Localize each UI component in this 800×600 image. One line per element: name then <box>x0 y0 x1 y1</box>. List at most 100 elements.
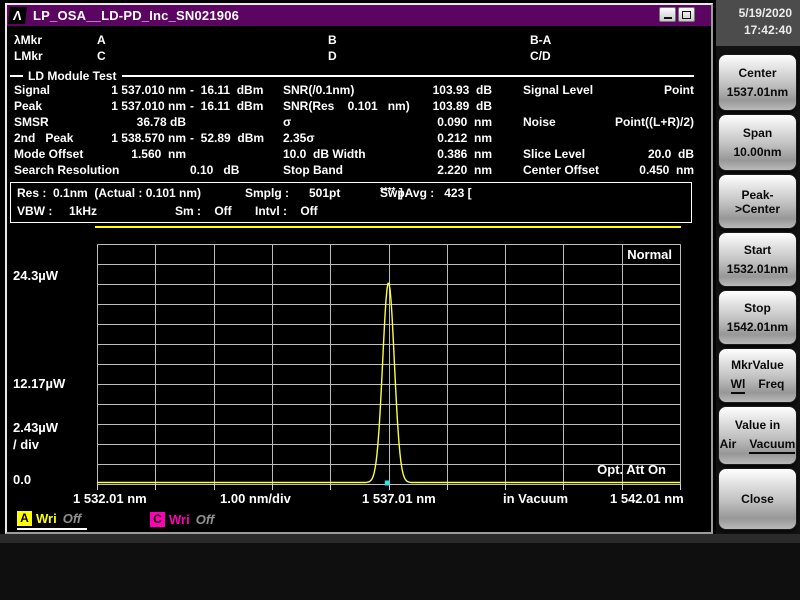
value-in-label: Value in <box>734 417 781 432</box>
x-axis-per-div-label: 1.00 nm/div <box>220 491 291 506</box>
analysis-value: 1 538.570 nm <box>111 131 186 145</box>
y-axis-zero-label: 0.0 <box>13 472 32 487</box>
analysis-value: - 16.11 dBm <box>190 99 264 113</box>
vbw-setting: VBW : 1kHz <box>17 204 98 218</box>
section-rule-left <box>10 75 23 77</box>
x-axis-start-label: 1 532.01 nm <box>73 491 147 506</box>
analysis-section-header: LD Module Test <box>10 69 694 83</box>
lambda-mkr-a: A <box>97 33 106 47</box>
analysis-label: σ <box>283 115 292 129</box>
marker-header: λMkr A B B-A LMkr C D C/D <box>14 32 551 64</box>
section-rule-right <box>122 75 694 77</box>
l-mkr-label: LMkr <box>14 49 43 63</box>
value-in-air-option[interactable]: Air <box>720 437 737 454</box>
marker-value-toggle-button[interactable]: MkrValue Wl Freq <box>718 348 797 403</box>
maximize-icon <box>682 10 691 19</box>
analysis-value: - 16.11 dBm <box>190 83 264 97</box>
minimize-icon <box>663 17 672 19</box>
analysis-value: - 52.89 dBm <box>190 131 265 145</box>
lambda-mkr-diff: B-A <box>530 33 552 47</box>
start-button[interactable]: Start 1532.01nm <box>718 232 797 287</box>
analysis-value <box>104 162 186 178</box>
span-button[interactable]: Span 10.00nm <box>718 114 797 171</box>
analysis-label: Mode Offset <box>14 147 84 161</box>
time-text: 17:42:40 <box>743 23 792 37</box>
trace-c-mode: Wri <box>169 511 190 527</box>
l-mkr-c: C <box>97 49 106 63</box>
analysis-label: 10.0 dB Width <box>283 147 366 161</box>
analysis-label: Signal Level <box>523 83 594 97</box>
datetime-display: 5/19/2020 17:42:40 <box>716 0 800 46</box>
x-axis-center-label: 1 537.01 nm <box>362 491 436 506</box>
stop-button[interactable]: Stop 1542.01nm <box>718 290 797 345</box>
close-label: Close <box>741 492 774 506</box>
section-title: LD Module Test <box>28 69 117 83</box>
analysis-label: Peak <box>14 99 43 113</box>
sweep-settings-box: Res : 0.1nm (Actual : 0.101 nm) Smplg : … <box>10 182 692 223</box>
analysis-value <box>584 130 694 146</box>
y-axis-top-label: 24.3µW <box>13 268 59 283</box>
anritsu-logo-icon: Λ <box>8 7 27 24</box>
center-label: Center <box>738 66 777 80</box>
analysis-value: 0.450 nm <box>639 163 694 177</box>
menu-bar-strip <box>0 534 800 543</box>
mkrvalue-freq-option[interactable]: Freq <box>758 377 784 394</box>
trace-c-selector[interactable]: C Wri Off <box>150 510 220 530</box>
stop-label: Stop <box>744 301 771 315</box>
analysis-value: 103.89 dB <box>432 99 492 113</box>
analysis-label: SMSR <box>14 115 49 129</box>
trace-a-badge: A <box>17 510 32 526</box>
mkrvalue-label: MkrValue <box>731 357 784 372</box>
sweep-average-setting: SwpAvg : 423 [ **** ] <box>380 186 475 200</box>
l-mkr-d: D <box>328 49 337 63</box>
span-label: Span <box>742 126 773 140</box>
interval-setting: Intvl : Off <box>255 204 318 218</box>
title-bar: Λ LP_OSA__LD-PD_Inc_SN021906 <box>7 5 711 26</box>
analysis-value <box>186 114 283 130</box>
value-in-vacuum-option[interactable]: Vacuum <box>749 437 796 454</box>
analysis-value: Point((L+R)/2) <box>615 115 694 129</box>
minimize-button[interactable] <box>659 7 676 22</box>
analysis-value: 1 537.010 nm <box>111 99 186 113</box>
analysis-label: Search Resolution <box>14 163 120 177</box>
analysis-value: 2.220 nm <box>437 163 492 177</box>
osa-app-window: Λ LP_OSA__LD-PD_Inc_SN021906 λMkr A B B-… <box>5 3 713 534</box>
optical-attenuator-status: Opt. Att On <box>597 462 666 477</box>
window-title: LP_OSA__LD-PD_Inc_SN021906 <box>33 8 240 23</box>
analysis-label <box>492 98 584 114</box>
analysis-value: 1.560 nm <box>131 147 186 161</box>
y-axis-mid-label: 12.17µW <box>13 376 66 391</box>
analysis-value: 0.212 nm <box>437 131 492 145</box>
analysis-label: SNR(Res 0.101 nm) <box>283 99 410 113</box>
function-menu-bar: Wave-length LevelScale Res/VBW/Avg Peak/… <box>0 534 800 600</box>
l-mkr-ratio: C/D <box>530 49 551 63</box>
trace-a-state: Off <box>62 510 82 526</box>
analysis-value <box>186 146 283 162</box>
analysis-value: 20.0 dB <box>647 147 694 161</box>
analysis-label: 2.35σ <box>283 131 315 145</box>
analysis-label: Signal <box>14 83 51 97</box>
signal-marker-point <box>384 480 390 486</box>
sampling-setting: Smplg : 501pt <box>245 186 341 200</box>
analysis-value: 1 537.010 nm <box>111 83 186 97</box>
mkrvalue-wl-option[interactable]: Wl <box>730 377 746 394</box>
value-in-toggle-button[interactable]: Value in Air Vacuum <box>718 406 797 465</box>
close-button[interactable]: Close <box>718 468 797 530</box>
analysis-results: Signal 1 537.010 nm - 16.11 dBm SNR(/0.1nm)… <box>14 82 694 178</box>
analysis-value: 36.78 dB <box>136 115 186 129</box>
lambda-mkr-label: λMkr <box>14 33 43 47</box>
analysis-label <box>492 130 584 146</box>
y-axis-per-div-unit: / div <box>13 437 40 452</box>
maximize-button[interactable] <box>678 7 695 22</box>
analysis-value: 0.386 nm <box>437 147 492 161</box>
trace-a-selector[interactable]: A Wri Off <box>17 510 88 530</box>
start-label: Start <box>743 243 772 257</box>
stop-value: 1542.01nm <box>726 320 789 334</box>
analysis-label: Stop Band <box>283 163 343 177</box>
peak-to-center-button[interactable]: Peak->Center <box>718 174 797 229</box>
analysis-label: Noise <box>523 115 556 129</box>
center-button[interactable]: Center 1537.01nm <box>718 54 797 111</box>
x-axis-stop-label: 1 542.01 nm <box>610 491 684 506</box>
center-value: 1537.01nm <box>726 85 789 99</box>
trace-c-state: Off <box>195 511 215 527</box>
